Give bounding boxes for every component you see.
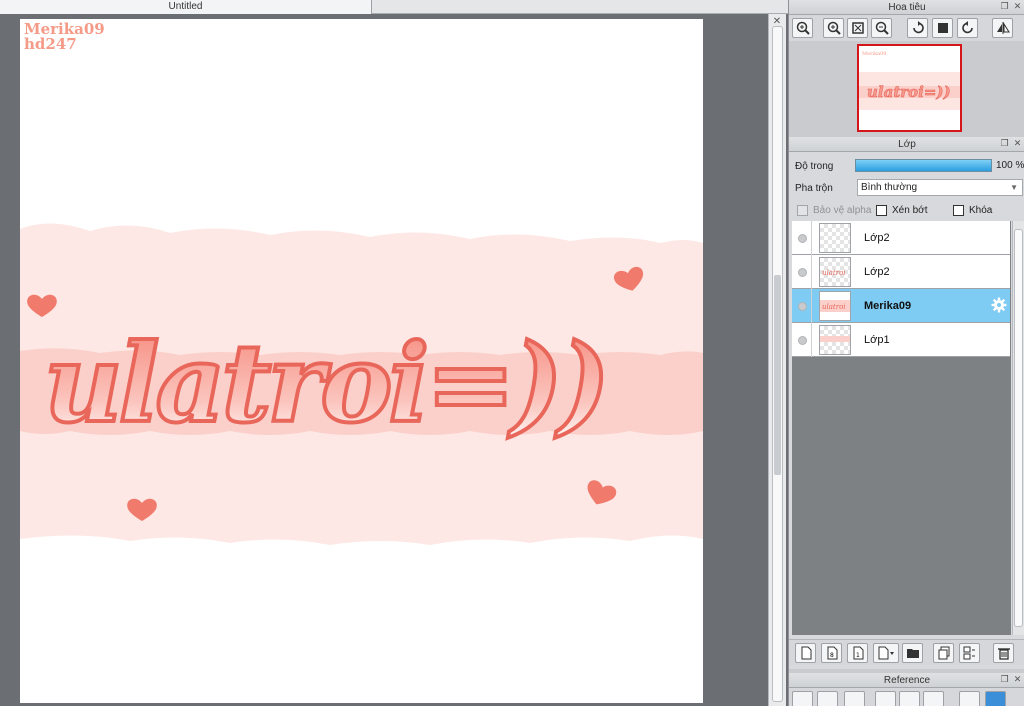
close-panel-icon[interactable]: ✕ <box>1012 674 1023 685</box>
watermark-line-2: hd247 <box>24 35 77 53</box>
reference-title: Reference ❐ ✕ <box>789 673 1024 688</box>
layers-panel: Độ trong 100 % Pha trộn Bình thường ▼ Bả… <box>789 152 1024 669</box>
scrollbar-thumb[interactable] <box>1014 229 1023 627</box>
float-panel-icon[interactable]: ❐ <box>999 138 1010 149</box>
zoom-out-icon[interactable] <box>923 691 944 706</box>
layer-thumbnail <box>819 223 851 253</box>
opacity-label: Độ trong <box>795 161 834 172</box>
gear-icon[interactable] <box>991 297 1007 313</box>
layer-name: Lớp2 <box>864 232 890 244</box>
merge-down-icon[interactable] <box>959 643 980 663</box>
rotate-left-icon[interactable] <box>907 18 928 38</box>
right-panels: Hoa tiêu ❐ ✕ ulatroi=)) Merika09 Lớp ❐ ✕… <box>788 0 1024 706</box>
visibility-eye-icon[interactable] <box>795 299 809 313</box>
protect-alpha-checkbox[interactable]: Bảo vệ alpha <box>797 205 871 216</box>
layer-name: Merika09 <box>864 300 912 312</box>
duplicate-layer-icon[interactable] <box>933 643 954 663</box>
layers-title-label: Lớp <box>898 139 916 150</box>
opacity-value: 100 % <box>996 160 1024 171</box>
clipping-checkbox[interactable]: Xén bớt <box>876 205 927 216</box>
svg-text:Merika09: Merika09 <box>862 51 886 57</box>
navigator-preview-image: ulatroi=)) Merika09 <box>859 51 960 110</box>
visibility-eye-icon[interactable] <box>795 265 809 279</box>
lettering-text: ulatroi=)) <box>44 321 606 447</box>
zoom-in-icon[interactable] <box>792 18 813 38</box>
layer-thumbnail <box>819 325 851 355</box>
document-tabbar: Untitled <box>0 0 788 14</box>
close-icon[interactable] <box>844 691 865 706</box>
navigator-preview-area: ulatroi=)) Merika09 <box>789 41 1024 136</box>
reference-open-icon[interactable] <box>792 691 813 706</box>
layer-name: Lớp2 <box>864 266 890 278</box>
blend-label: Pha trộn <box>795 183 833 194</box>
eyedropper-icon[interactable] <box>959 691 980 706</box>
new-layer-1bit-icon[interactable]: 1 <box>847 643 868 663</box>
opacity-slider[interactable] <box>855 159 992 172</box>
lock-label: Khóa <box>969 205 993 216</box>
visibility-eye-icon[interactable] <box>795 333 809 347</box>
artwork: ulatroi=)) <box>20 223 703 545</box>
navigator-title-label: Hoa tiêu <box>888 2 926 13</box>
close-panel-icon[interactable]: ✕ <box>1012 138 1023 149</box>
blend-mode-value: Bình thường <box>861 182 918 193</box>
zoom-in-icon[interactable] <box>875 691 896 706</box>
drawing-canvas[interactable]: ulatroi=)) Merika09 hd247 <box>20 19 703 703</box>
svg-text:ulatroi: ulatroi <box>822 303 846 311</box>
reset-icon[interactable] <box>932 18 953 38</box>
layer-row[interactable]: Lớp1 <box>792 323 1010 357</box>
scrollbar-thumb[interactable] <box>774 275 781 475</box>
delete-layer-icon[interactable] <box>993 643 1014 663</box>
svg-text:8: 8 <box>830 652 834 659</box>
layer-list: Lớp2 ulatroi Lớp2 ulatroi Merika09 Lớp1 <box>792 221 1011 635</box>
chevron-down-icon: ▼ <box>1010 183 1018 192</box>
svg-text:1: 1 <box>856 652 860 659</box>
folder-icon[interactable] <box>817 691 838 706</box>
canvas-vertical-scrollbar[interactable] <box>768 14 786 706</box>
float-panel-icon[interactable]: ❐ <box>999 1 1010 12</box>
canvas-area: Untitled ulatroi=)) Merika09 hd247 ✕ <box>0 0 788 706</box>
lock-checkbox[interactable]: Khóa <box>953 205 992 216</box>
layer-thumbnail: ulatroi <box>819 291 851 321</box>
reference-title-label: Reference <box>883 675 931 686</box>
reference-toolbar <box>789 688 1024 706</box>
fit-icon[interactable] <box>899 691 920 706</box>
close-panel-icon[interactable]: ✕ <box>1012 1 1023 12</box>
protect-alpha-label: Bảo vệ alpha <box>813 205 872 216</box>
layers-title: Lớp ❐ ✕ <box>789 137 1024 152</box>
zoom-in-icon[interactable] <box>823 18 844 38</box>
new-folder-icon[interactable] <box>902 643 923 663</box>
layer-list-scrollbar[interactable] <box>1012 221 1024 635</box>
svg-text:ulatroi=)): ulatroi=)) <box>867 83 951 101</box>
flip-icon[interactable] <box>992 18 1013 38</box>
new-layer-icon[interactable] <box>795 643 816 663</box>
float-panel-icon[interactable]: ❐ <box>999 674 1010 685</box>
add-layer-menu-icon[interactable] <box>873 643 899 663</box>
blend-mode-select[interactable]: Bình thường ▼ <box>857 179 1023 196</box>
layer-row[interactable]: ulatroi Lớp2 <box>792 255 1010 289</box>
zoom-out-icon[interactable] <box>871 18 892 38</box>
fit-icon[interactable] <box>847 18 868 38</box>
clipping-label: Xén bớt <box>892 205 928 216</box>
checkbox-box <box>797 205 808 216</box>
layer-thumbnail: ulatroi <box>819 257 851 287</box>
navigator-toolbar <box>789 15 1024 41</box>
scrollbar-track <box>772 26 783 702</box>
svg-text:ulatroi: ulatroi <box>822 269 846 277</box>
navigator-preview[interactable]: ulatroi=)) Merika09 <box>857 44 962 132</box>
layer-row[interactable]: Lớp2 <box>792 221 1010 255</box>
document-tab[interactable]: Untitled <box>0 0 372 14</box>
layer-toolbar: 8 1 <box>789 639 1024 665</box>
checkbox-box <box>876 205 887 216</box>
hand-tool-icon[interactable] <box>985 691 1006 706</box>
layer-row-selected[interactable]: ulatroi Merika09 <box>792 289 1010 323</box>
new-layer-8bit-icon[interactable]: 8 <box>821 643 842 663</box>
checkbox-box <box>953 205 964 216</box>
visibility-eye-icon[interactable] <box>795 231 809 245</box>
close-document-icon[interactable]: ✕ <box>770 16 784 28</box>
rotate-right-icon[interactable] <box>957 18 978 38</box>
navigator-title: Hoa tiêu ❐ ✕ <box>789 0 1024 15</box>
watermark: Merika09 hd247 <box>24 22 105 52</box>
layer-name: Lớp1 <box>864 334 890 346</box>
